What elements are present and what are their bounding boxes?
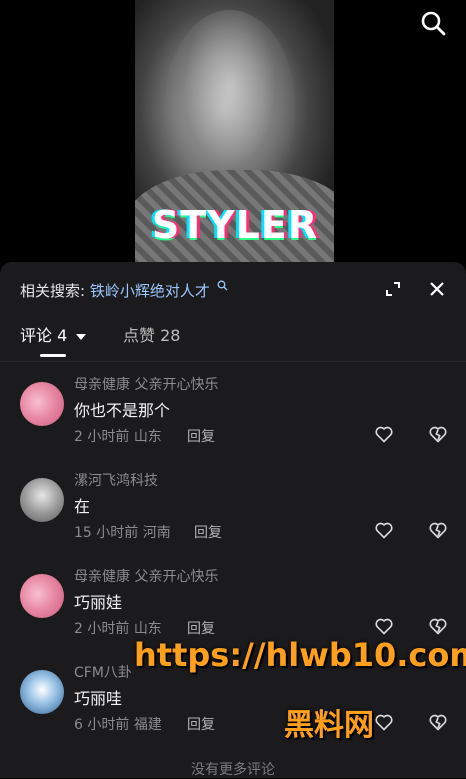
- comment-time: 2 小时前: [74, 429, 130, 445]
- comment-location: 河南: [142, 525, 171, 541]
- comment-time: 6 小时前: [74, 717, 130, 733]
- comment-username[interactable]: 母亲健康 父亲开心快乐: [74, 374, 218, 394]
- expand-icon[interactable]: [384, 280, 402, 298]
- search-icon[interactable]: [420, 10, 446, 36]
- comments-panel: 相关搜索: 铁岭小辉绝对人才 评论 4 点赞 28 母亲健康 父亲开心快乐 你也…: [0, 262, 466, 778]
- broken-heart-icon[interactable]: [428, 520, 448, 540]
- broken-heart-icon[interactable]: [428, 616, 448, 636]
- reply-button[interactable]: 回复: [187, 714, 215, 734]
- comment-username[interactable]: CFM八卦: [74, 662, 132, 682]
- tab-comments[interactable]: 评论 4: [20, 322, 87, 346]
- heart-icon[interactable]: [374, 424, 394, 444]
- avatar[interactable]: [20, 478, 64, 522]
- comment-username[interactable]: 母亲健康 父亲开心快乐: [74, 566, 218, 586]
- avatar[interactable]: [20, 670, 64, 714]
- broken-heart-icon[interactable]: [428, 712, 448, 732]
- broken-heart-icon[interactable]: [428, 424, 448, 444]
- comment-username[interactable]: 漯河飞鸿科技: [74, 470, 158, 490]
- tab-likes[interactable]: 点赞 28: [123, 322, 180, 346]
- comment-text: 巧丽哇: [74, 689, 123, 708]
- small-search-icon: [217, 280, 228, 291]
- heart-icon[interactable]: [374, 616, 394, 636]
- video-area[interactable]: STYLER: [0, 0, 466, 270]
- comment-meta: 2 小时前 山东: [74, 618, 162, 638]
- divider: [0, 361, 466, 362]
- comment-item: 漯河飞鸿科技 在 15 小时前 河南 回复: [0, 470, 466, 566]
- tab-comments-label: 评论 4: [20, 326, 68, 345]
- comment-meta: 2 小时前 山东: [74, 426, 162, 446]
- close-icon[interactable]: [428, 280, 446, 298]
- comment-item: 母亲健康 父亲开心快乐 你也不是那个 2 小时前 山东 回复: [0, 374, 466, 470]
- comment-time: 15 小时前: [74, 525, 139, 541]
- comment-text: 巧丽娃: [74, 593, 123, 612]
- heart-icon[interactable]: [374, 520, 394, 540]
- caret-down-icon: [76, 333, 87, 340]
- no-more-comments: 没有更多评论: [191, 762, 275, 778]
- watermark-url: https://hlwb10.com: [134, 636, 466, 674]
- reply-button[interactable]: 回复: [187, 618, 215, 638]
- comment-meta: 15 小时前 河南: [74, 522, 171, 542]
- heart-icon[interactable]: [374, 712, 394, 732]
- comment-text: 在: [74, 497, 91, 516]
- comment-time: 2 小时前: [74, 621, 130, 637]
- comment-location: 山东: [133, 429, 162, 445]
- active-tab-indicator: [40, 354, 66, 357]
- tab-likes-label: 点赞 28: [123, 326, 181, 345]
- watermark-name: 黑料网: [284, 708, 374, 743]
- comment-text: 你也不是那个: [74, 401, 171, 420]
- video-frame[interactable]: STYLER: [135, 0, 334, 270]
- related-search[interactable]: 相关搜索: 铁岭小辉绝对人才: [20, 280, 228, 301]
- comment-meta: 6 小时前 福建: [74, 714, 162, 734]
- comment-location: 山东: [133, 621, 162, 637]
- related-search-link[interactable]: 铁岭小辉绝对人才: [90, 282, 210, 300]
- reply-button[interactable]: 回复: [187, 426, 215, 446]
- related-search-label: 相关搜索:: [20, 282, 86, 300]
- avatar[interactable]: [20, 574, 64, 618]
- comment-location: 福建: [133, 717, 162, 733]
- video-overlay-text: STYLER: [151, 203, 319, 247]
- comment-item: CFM八卦 巧丽哇 6 小时前 福建 回复: [0, 662, 466, 758]
- reply-button[interactable]: 回复: [194, 522, 222, 542]
- avatar[interactable]: [20, 382, 64, 426]
